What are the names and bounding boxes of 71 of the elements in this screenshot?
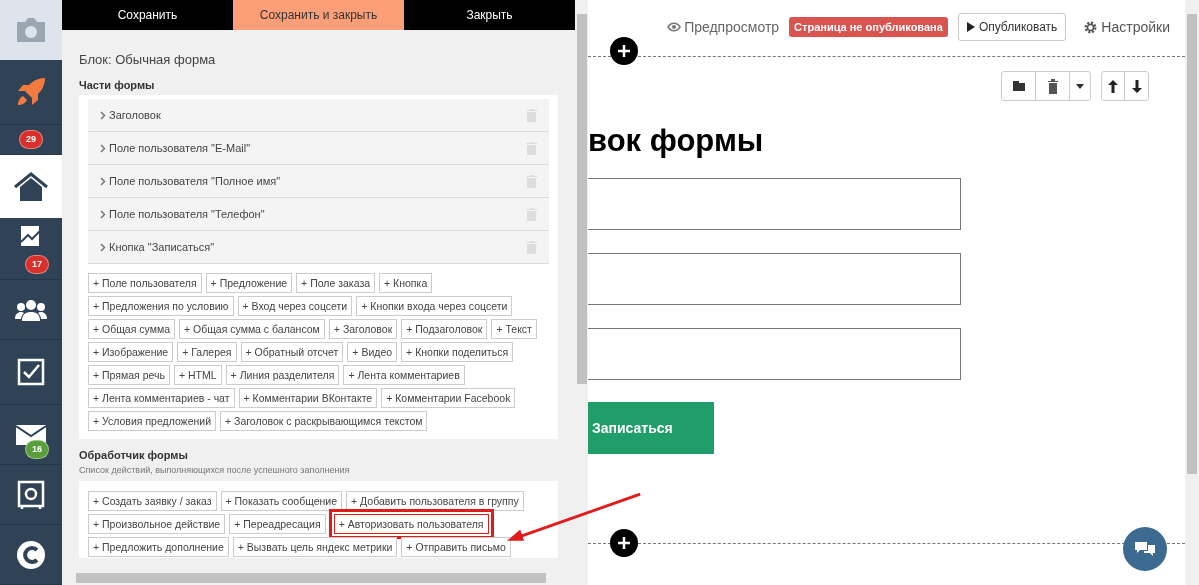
logo-icon[interactable]	[16, 539, 46, 570]
add-part-button[interactable]: + Обратный отсчет	[240, 342, 344, 362]
add-part-button[interactable]: + Кнопки входа через соцсети	[356, 296, 513, 316]
input-field[interactable]	[588, 328, 961, 380]
add-part-button[interactable]: + Комментарии ВКонтакте	[238, 388, 378, 408]
add-part-button[interactable]: + Галерея	[177, 342, 237, 362]
chevron-icon[interactable]	[100, 176, 106, 186]
mail-icon[interactable]	[16, 424, 46, 445]
chevron-icon[interactable]	[100, 209, 106, 219]
vertical-scrollbar[interactable]	[575, 0, 588, 585]
status-badge: Страница не опубликована	[789, 16, 948, 38]
home-icon[interactable]	[14, 171, 48, 202]
task-icon[interactable]	[17, 358, 45, 386]
add-action-button[interactable]: + Произвольное действие	[88, 514, 226, 534]
add-part-button[interactable]: + Текст	[491, 319, 537, 339]
section-heading: Части формы	[79, 77, 156, 93]
section-heading: Обработчик формы	[79, 448, 189, 463]
action-tab[interactable]: Сохранить и закрыть	[233, 0, 404, 30]
chat-icon[interactable]	[1134, 540, 1156, 558]
input-field[interactable]	[588, 253, 961, 305]
people-icon[interactable]	[15, 297, 47, 322]
settings-link[interactable]: Настройки	[1084, 16, 1170, 38]
add-action-button[interactable]: + Переадресация	[229, 514, 326, 534]
add-part-button[interactable]: + Общая сумма	[88, 319, 175, 339]
add-action-button[interactable]: + Отправить письмо	[401, 537, 511, 557]
add-action-button[interactable]: + Создать заявку / заказ	[88, 491, 217, 511]
add-part-button[interactable]: + Прямая речь	[88, 365, 170, 385]
publish-button[interactable]: Опубликовать	[957, 13, 1067, 41]
form-heading: вок формы	[588, 122, 765, 160]
add-action-button[interactable]: + Вызвать цель яндекс метрики	[232, 537, 398, 557]
add-action-button[interactable]: + Добавить пользователя в группу	[346, 491, 524, 511]
add-action-button[interactable]: + Предложить дополнение	[88, 537, 229, 557]
play-icon	[966, 22, 975, 32]
add-part-button[interactable]: + Заголовок	[328, 319, 398, 339]
preview-link[interactable]: Предпросмотр	[667, 16, 780, 38]
add-part-button[interactable]: + Кнопка	[379, 273, 433, 293]
section-hint: Список действий, выполняющихся после успешного заполнения	[79, 463, 351, 477]
add-part-button[interactable]: + Заголовок с раскрывающимся текстом	[220, 411, 428, 431]
add-part-button[interactable]: + Лента комментариев	[343, 365, 465, 385]
count-badge: 29	[19, 129, 43, 150]
input-field[interactable]	[588, 178, 961, 230]
chevron-icon[interactable]	[100, 242, 106, 252]
add-part-button[interactable]: + Кнопки поделиться	[401, 342, 514, 362]
eye-icon[interactable]	[667, 22, 682, 32]
page-scrollbar[interactable]	[1185, 0, 1199, 585]
add-part-button[interactable]: + Лента комментариев - чат	[88, 388, 235, 408]
chevron-icon[interactable]	[100, 110, 106, 120]
chat-button[interactable]	[1123, 527, 1167, 571]
settings-icon[interactable]	[1084, 20, 1098, 34]
block-title: Блок: Обычная форма	[79, 51, 217, 69]
add-part-button[interactable]: + Видео	[347, 342, 398, 362]
add-part-button[interactable]: + Изображение	[88, 342, 174, 362]
add-part-button[interactable]: + Предложения по условию	[88, 296, 234, 316]
add-action-button[interactable]: + Показать сообщение	[220, 491, 343, 511]
add-part-button[interactable]: + Поле заказа	[296, 273, 376, 293]
add-part-button[interactable]: + Условия предложений	[88, 411, 217, 431]
chevron-icon[interactable]	[100, 143, 106, 153]
add-part-button[interactable]: + Вход через соцсети	[237, 296, 353, 316]
count-badge: 17	[25, 254, 49, 274]
add-part-button[interactable]: + Подзаголовок	[401, 319, 488, 339]
add-block-icon[interactable]	[610, 37, 638, 65]
add-block-icon[interactable]	[610, 529, 638, 557]
add-part-button[interactable]: + Поле пользователя	[88, 273, 202, 293]
safe-icon[interactable]	[17, 479, 45, 510]
add-part-button[interactable]: + HTML	[173, 365, 222, 385]
action-tab[interactable]: Сохранить	[62, 0, 233, 30]
add-part-button[interactable]: + Предложение	[205, 273, 293, 293]
add-part-button[interactable]: + Комментарии Facebook	[381, 388, 516, 408]
add-part-button[interactable]: + Общая сумма с балансом	[179, 319, 325, 339]
add-part-button[interactable]: + Линия разделителя	[225, 365, 340, 385]
action-tab[interactable]: Закрыть	[404, 0, 575, 30]
